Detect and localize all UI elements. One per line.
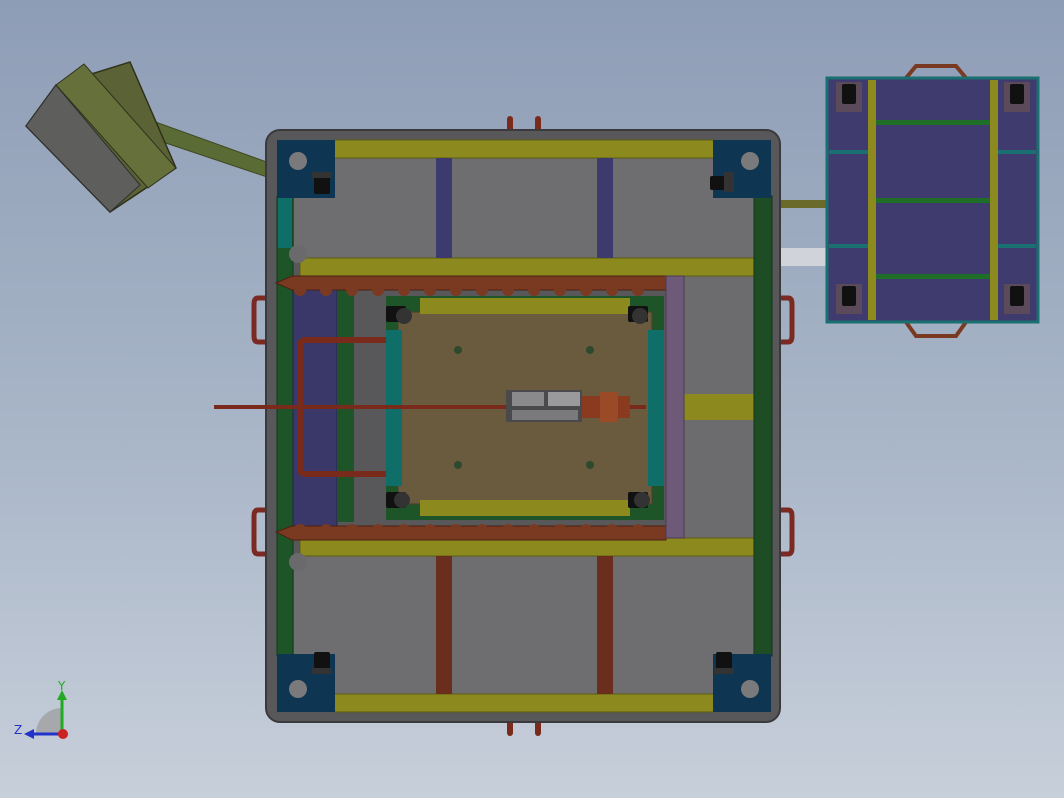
tube-bead [398, 284, 410, 296]
cad-viewport[interactable]: Y Z [0, 0, 1064, 798]
tube-bead [450, 524, 462, 536]
tube-bead [606, 284, 618, 296]
caster-wheel-icon [312, 652, 332, 674]
tube-bead [320, 284, 332, 296]
caster-wheel-icon [1004, 284, 1030, 314]
triad-z-label: Z [14, 723, 22, 737]
tube-bead [632, 524, 644, 536]
tube-bead [476, 284, 488, 296]
tube-bead [424, 524, 436, 536]
tube-bead [372, 284, 384, 296]
caster-wheel-icon [836, 82, 862, 112]
caster-wheel-icon [1004, 82, 1030, 112]
tube-bead [346, 284, 358, 296]
tube-bead [528, 524, 540, 536]
tube-bead [554, 284, 566, 296]
caster-wheel-icon [714, 652, 734, 674]
tube-bead [346, 524, 358, 536]
tube-bead [476, 524, 488, 536]
tube-bead [606, 524, 618, 536]
caster-wheel-icon [628, 306, 648, 324]
tube-bead [294, 284, 306, 296]
tube-bead [502, 524, 514, 536]
tube-bead [554, 524, 566, 536]
tube-bead [528, 284, 540, 296]
caster-wheel-icon [628, 492, 650, 508]
lamp-arm-assembly[interactable] [25, 61, 276, 213]
tube-bead [632, 284, 644, 296]
actuator-device[interactable] [506, 390, 630, 422]
tube-bead [398, 524, 410, 536]
tube-bead [450, 284, 462, 296]
tube-bead [580, 524, 592, 536]
connecting-rod [776, 200, 832, 266]
tube-bead [320, 524, 332, 536]
tube-bead [580, 284, 592, 296]
tube-bead [502, 284, 514, 296]
caster-wheel-icon [386, 492, 410, 508]
caster-wheel-icon [312, 172, 332, 194]
tube-bead [372, 524, 384, 536]
triad-y-label: Y [57, 679, 66, 693]
tube-bead [294, 524, 306, 536]
caster-wheel-icon [836, 284, 862, 314]
coordinate-triad-icon[interactable]: Y Z [14, 679, 68, 739]
tube-bead [424, 284, 436, 296]
